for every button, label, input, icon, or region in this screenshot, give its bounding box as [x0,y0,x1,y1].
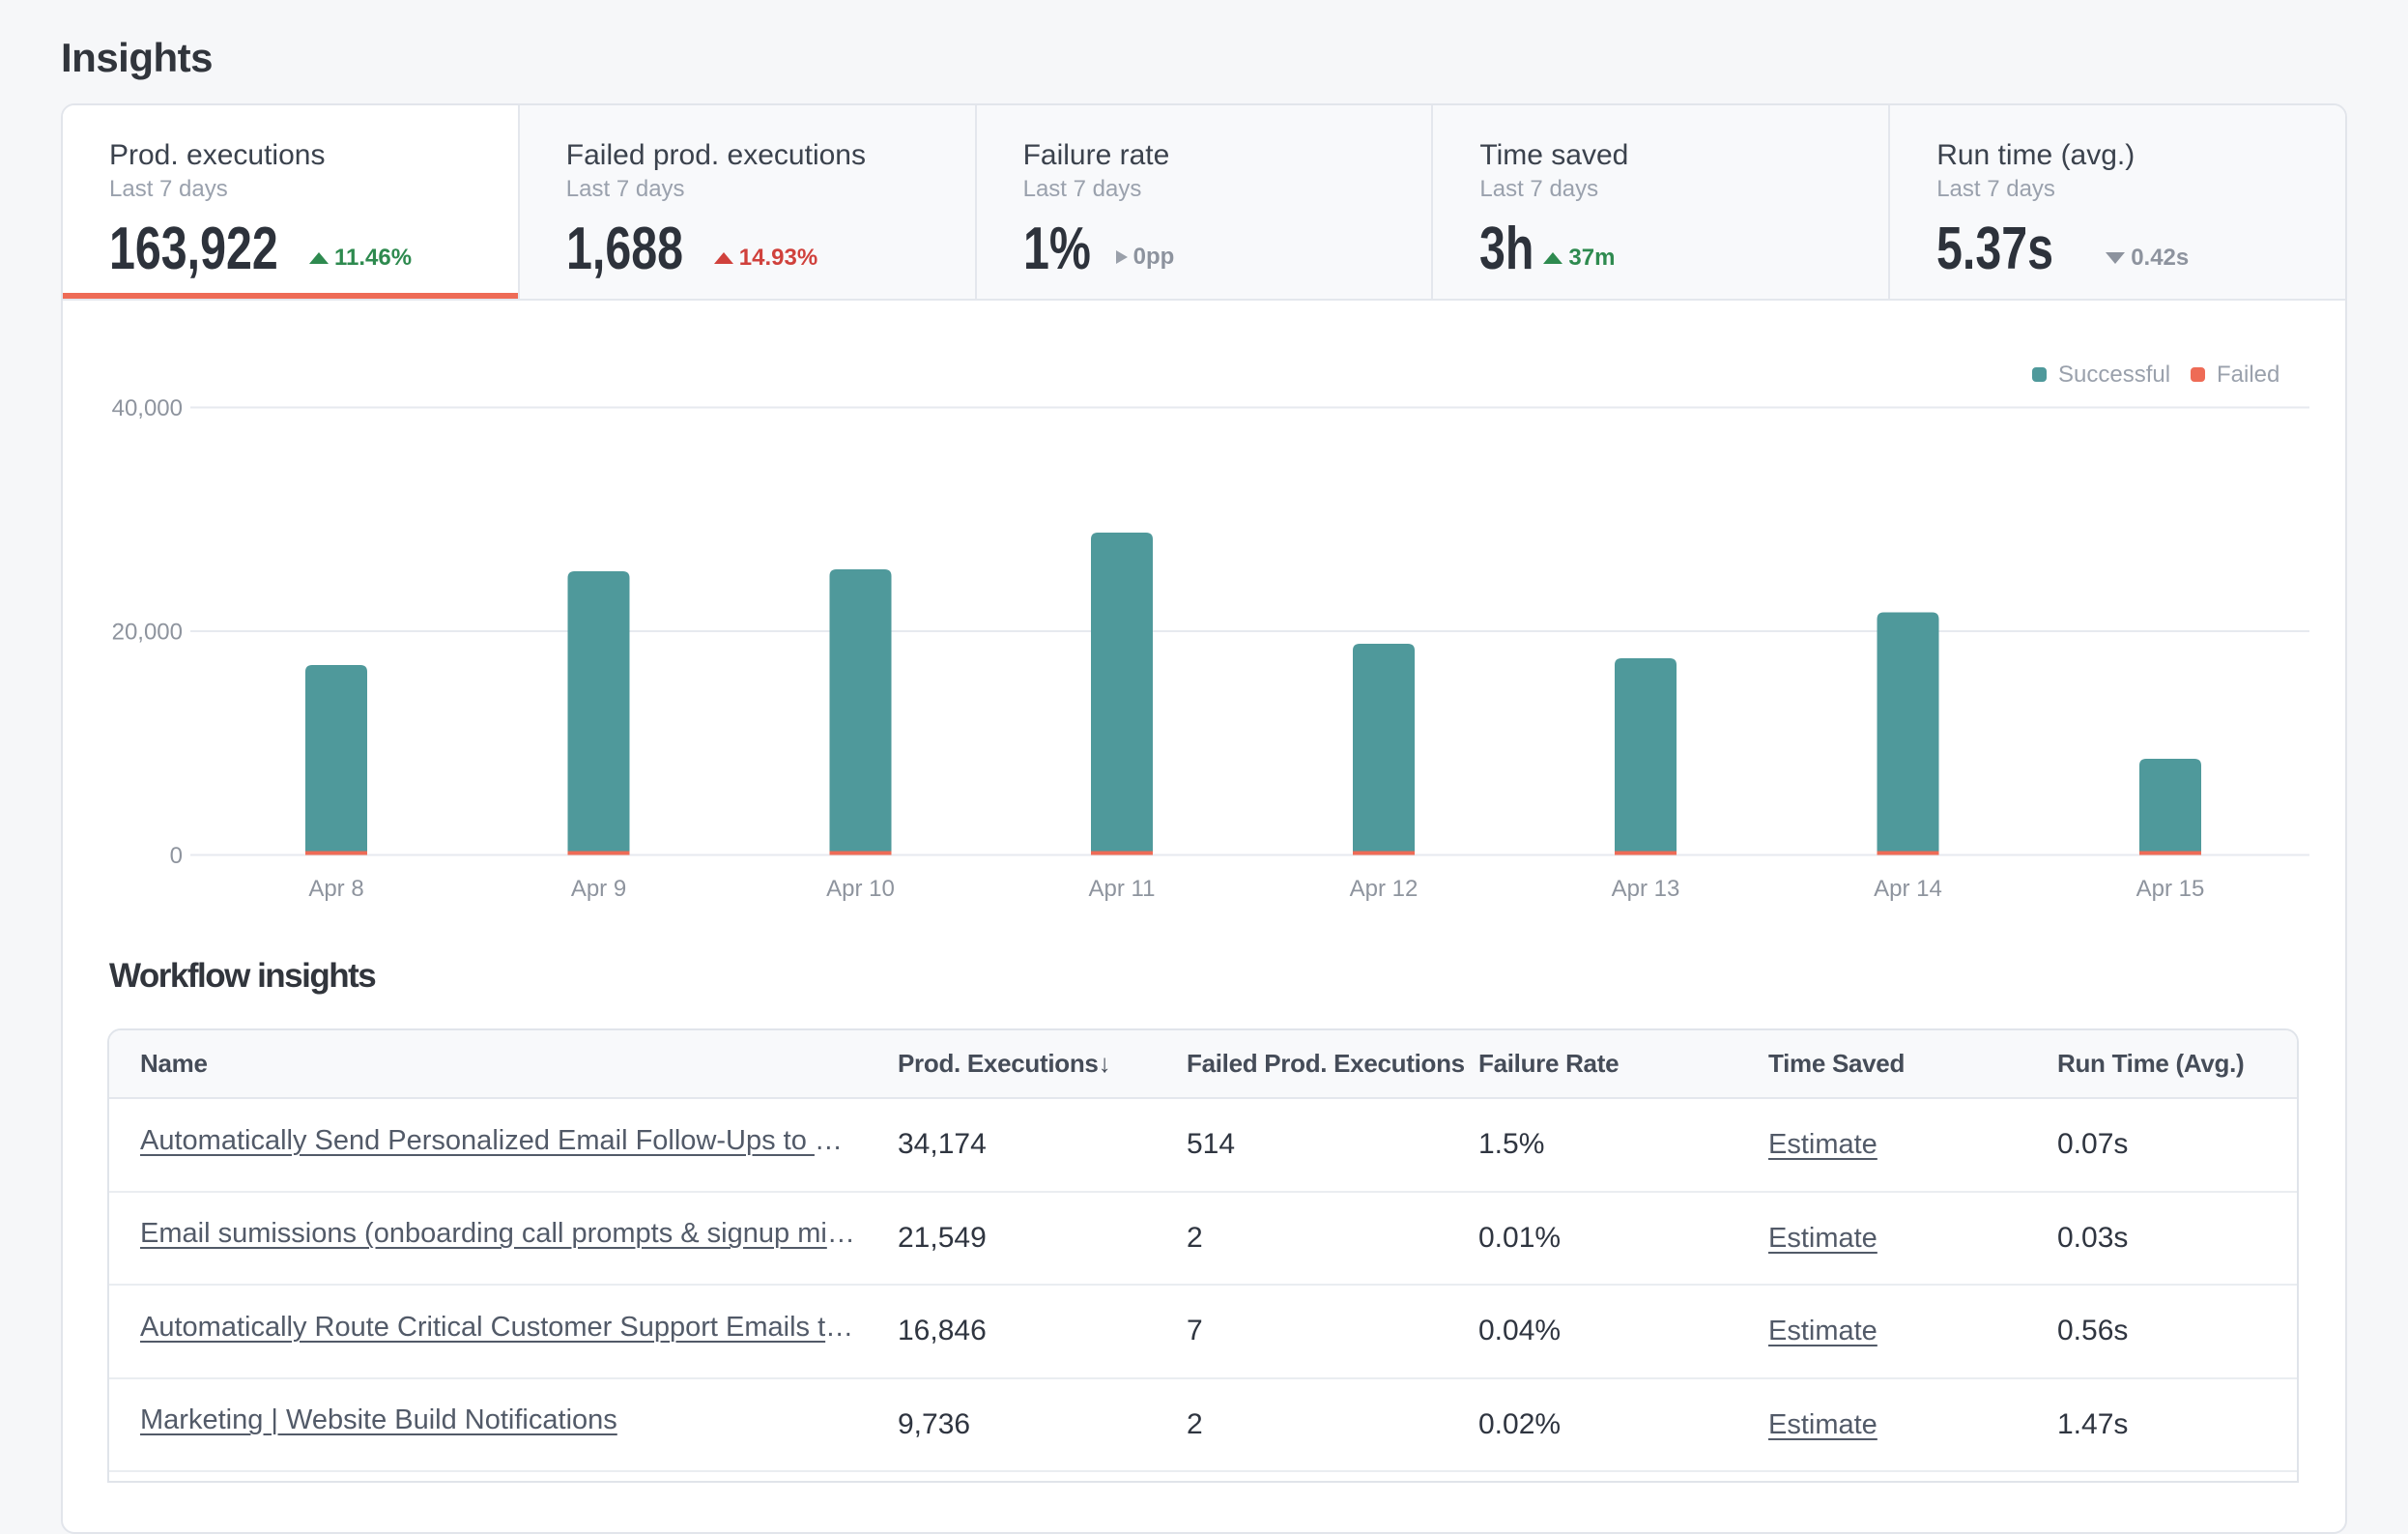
svg-text:0: 0 [170,843,183,869]
svg-text:Apr 14: Apr 14 [1874,876,1942,902]
svg-text:Apr 9: Apr 9 [571,876,626,902]
svg-text:Apr 8: Apr 8 [308,876,363,902]
svg-text:Apr 12: Apr 12 [1350,876,1419,902]
svg-text:Apr 13: Apr 13 [1612,876,1680,902]
svg-text:Apr 15: Apr 15 [2136,876,2205,902]
svg-text:Successful: Successful [2058,362,2170,388]
svg-text:40,000: 40,000 [112,395,183,421]
svg-text:Failed: Failed [2217,362,2279,388]
svg-text:20,000: 20,000 [112,620,183,646]
svg-text:Apr 10: Apr 10 [826,876,895,902]
svg-text:Apr 11: Apr 11 [1089,876,1156,902]
